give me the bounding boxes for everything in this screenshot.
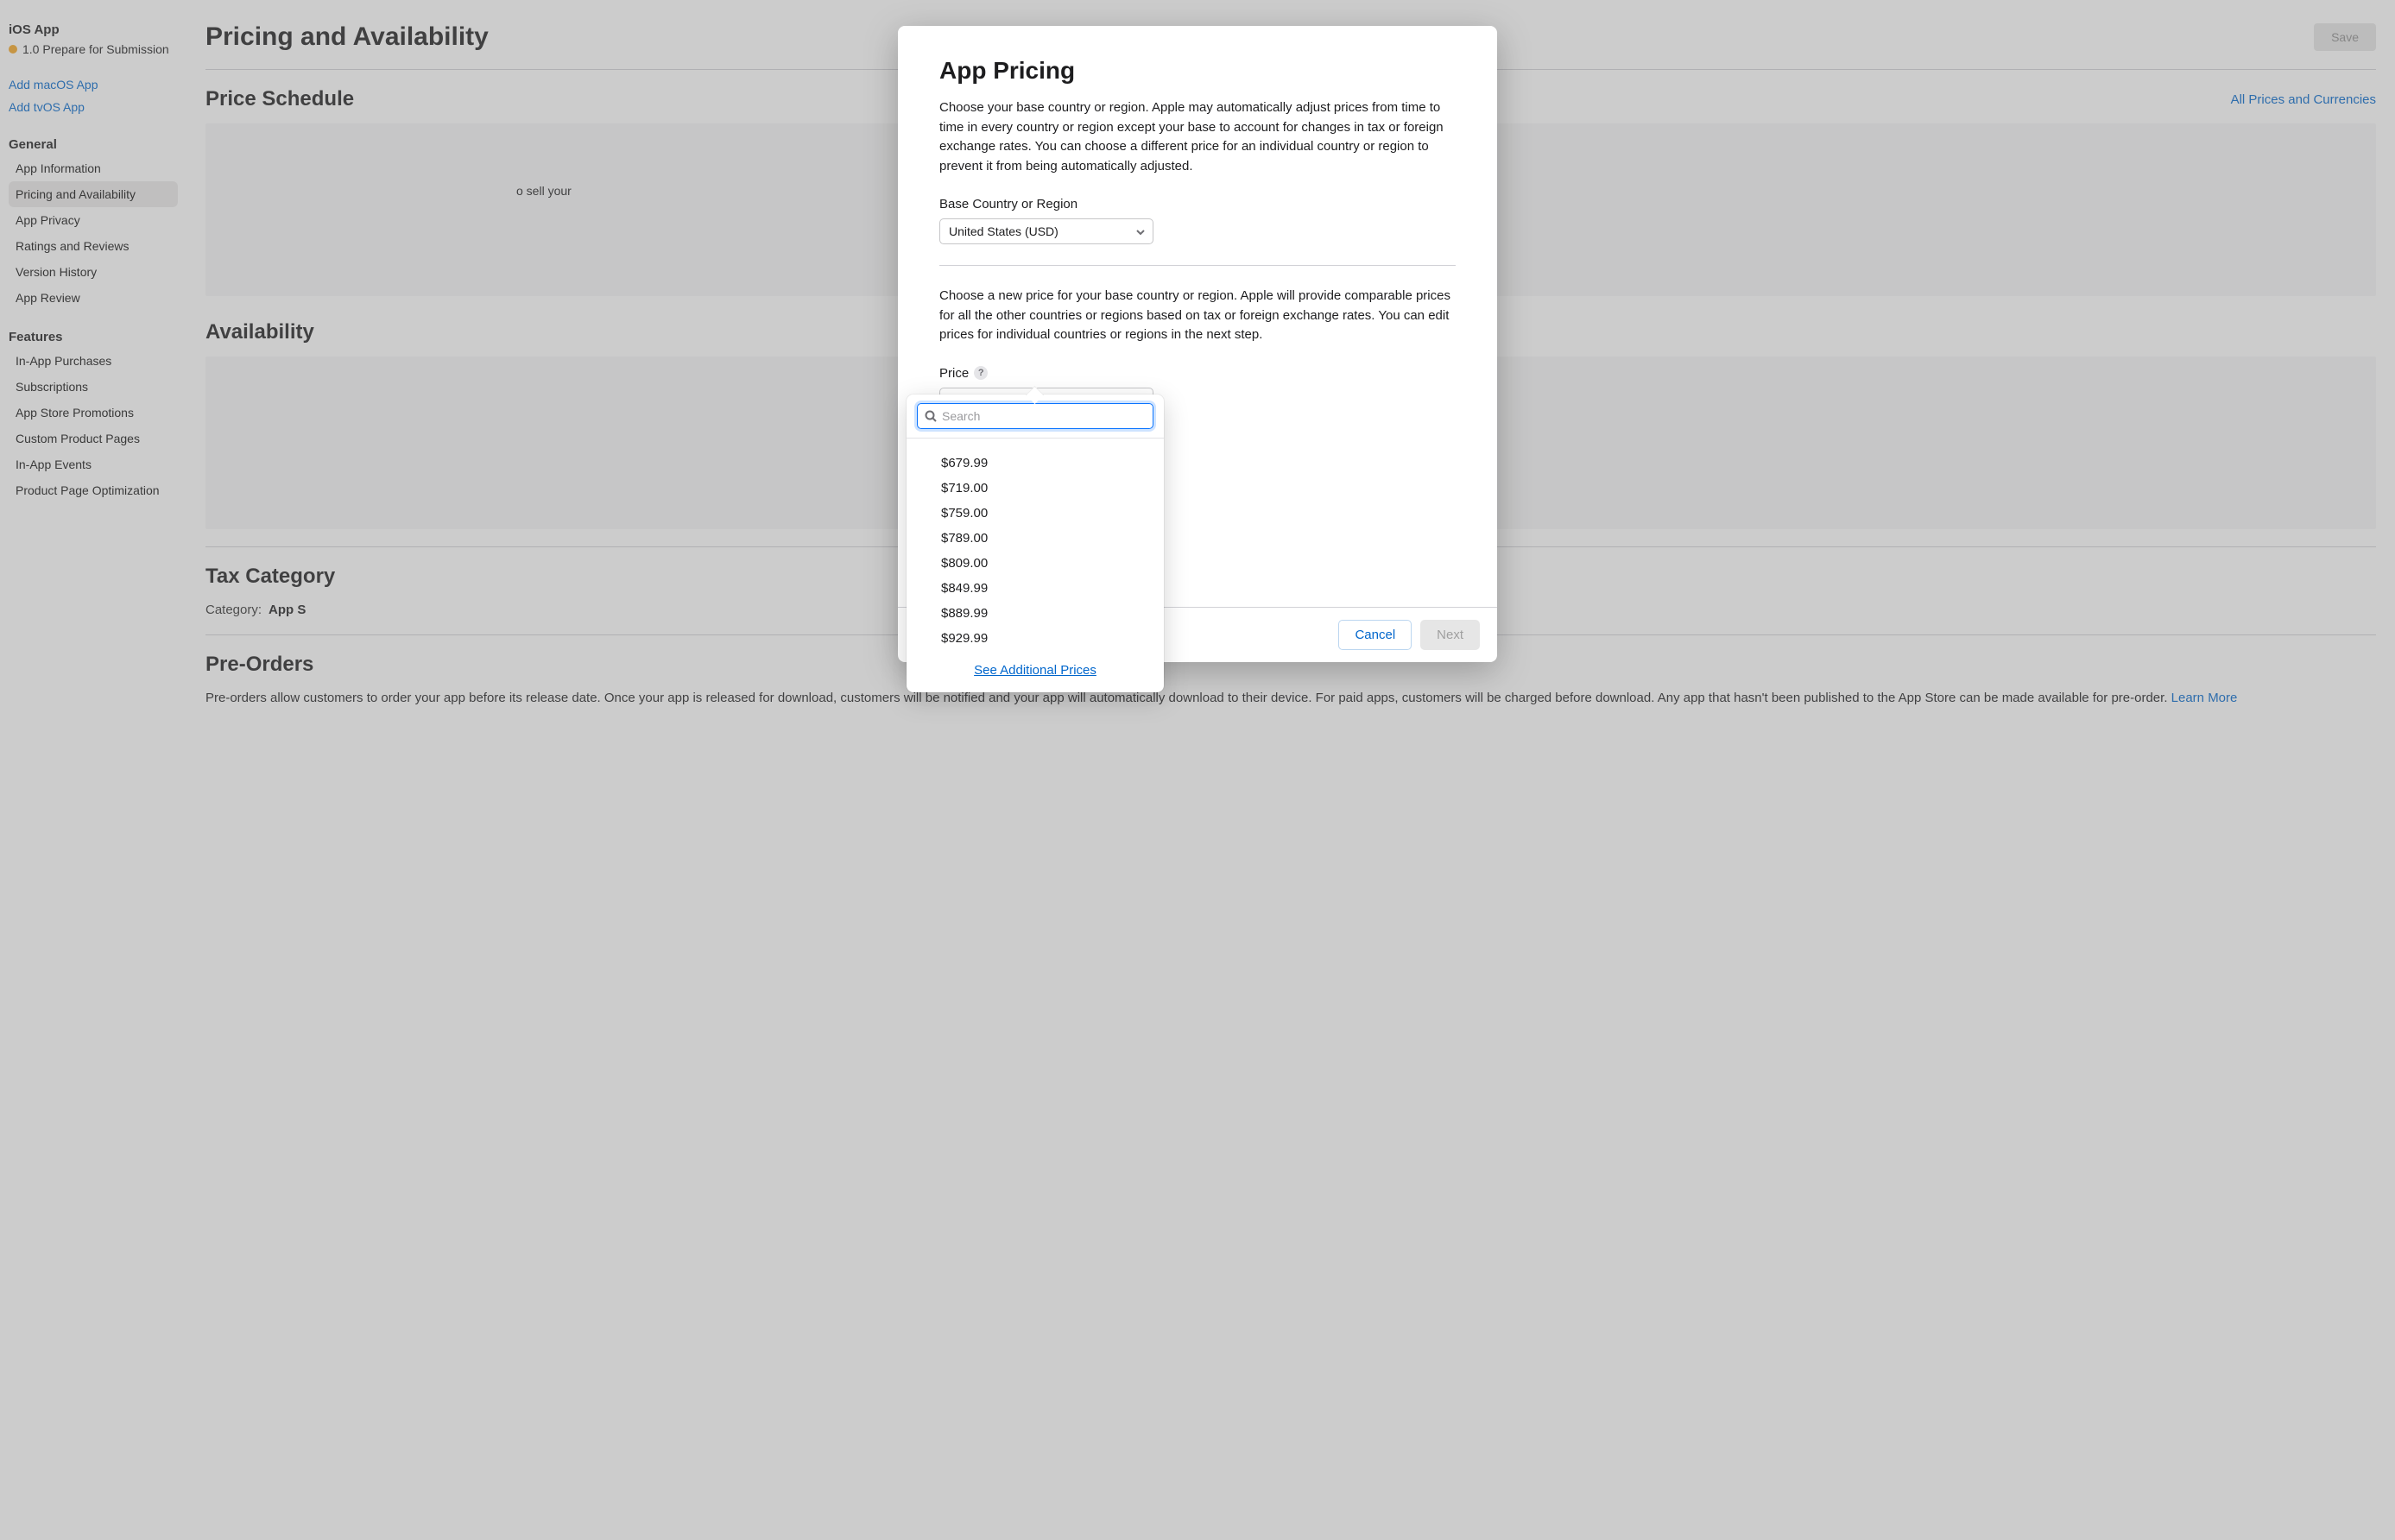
price-option[interactable]: $929.99 — [907, 626, 1164, 651]
price-search-box[interactable] — [917, 403, 1153, 429]
modal-desc-price: Choose a new price for your base country… — [939, 287, 1456, 345]
see-additional-prices-link[interactable]: See Additional Prices — [974, 663, 1096, 678]
price-option[interactable]: $679.99 — [907, 451, 1164, 476]
price-option[interactable]: $789.00 — [907, 526, 1164, 551]
base-country-value: United States (USD) — [949, 224, 1058, 238]
price-options-list: $679.99$719.00$759.00$789.00$809.00$849.… — [907, 439, 1164, 654]
next-button[interactable]: Next — [1420, 620, 1480, 650]
modal-title: App Pricing — [939, 57, 1456, 85]
search-icon — [925, 410, 937, 422]
price-search-input[interactable] — [942, 409, 1146, 423]
cancel-button[interactable]: Cancel — [1338, 620, 1412, 650]
price-option[interactable]: $809.00 — [907, 551, 1164, 576]
price-option[interactable]: $759.00 — [907, 501, 1164, 526]
price-option[interactable]: $889.99 — [907, 601, 1164, 626]
modal-desc-base: Choose your base country or region. Appl… — [939, 98, 1456, 176]
base-country-select[interactable]: United States (USD) — [939, 218, 1153, 244]
modal-divider — [939, 265, 1456, 266]
chevron-down-icon — [1135, 226, 1146, 237]
base-country-label: Base Country or Region — [939, 197, 1456, 211]
price-option[interactable]: $849.99 — [907, 576, 1164, 601]
price-option[interactable]: $719.00 — [907, 476, 1164, 501]
price-popover: $679.99$719.00$759.00$789.00$809.00$849.… — [907, 394, 1164, 692]
price-label: Price — [939, 366, 969, 381]
help-icon[interactable]: ? — [974, 366, 988, 380]
